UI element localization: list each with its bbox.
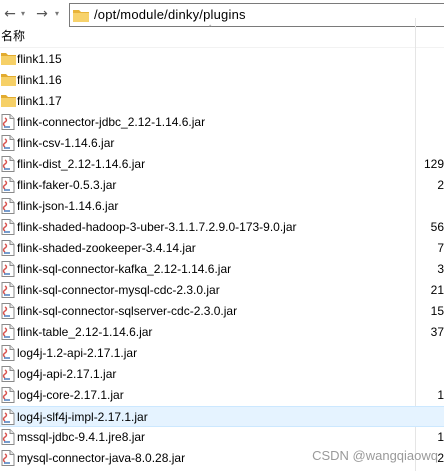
file-row[interactable]: flink-dist_2.12-1.14.6.jar 129 xyxy=(0,154,444,175)
file-row[interactable]: log4j-1.2-api-2.17.1.jar xyxy=(0,343,444,364)
address-bar[interactable]: /opt/module/dinky/plugins xyxy=(69,3,444,27)
file-name: log4j-core-2.17.1.jar xyxy=(17,388,124,402)
file-row[interactable]: flink-sql-connector-kafka_2.12-1.14.6.ja… xyxy=(0,259,444,280)
jar-file-icon xyxy=(1,177,15,193)
folder-icon xyxy=(1,93,16,109)
file-size: 2 xyxy=(437,178,444,192)
jar-file-icon xyxy=(1,240,15,256)
file-name: flink-json-1.14.6.jar xyxy=(17,199,119,213)
file-row[interactable]: flink-json-1.14.6.jar xyxy=(0,196,444,217)
jar-file-icon xyxy=(1,324,15,340)
file-name: log4j-1.2-api-2.17.1.jar xyxy=(17,346,138,360)
file-row[interactable]: flink-faker-0.5.3.jar 2 xyxy=(0,175,444,196)
file-name: flink-csv-1.14.6.jar xyxy=(17,136,115,150)
folder-row[interactable]: flink1.16 xyxy=(0,70,444,91)
folder-icon xyxy=(1,51,16,67)
file-size: 15 xyxy=(430,304,444,318)
folder-icon xyxy=(73,8,89,25)
file-name: flink-sql-connector-sqlserver-cdc-2.3.0.… xyxy=(17,304,238,318)
file-name: flink-table_2.12-1.14.6.jar xyxy=(17,325,153,339)
folder-row[interactable]: flink1.15 xyxy=(0,49,444,70)
file-name: mysql-connector-java-8.0.28.jar xyxy=(17,451,186,465)
file-name: flink-shaded-hadoop-3-uber-3.1.1.7.2.9.0… xyxy=(17,220,297,234)
file-row[interactable]: flink-csv-1.14.6.jar xyxy=(0,133,444,154)
file-name: flink1.16 xyxy=(17,73,62,87)
file-name: flink1.15 xyxy=(17,52,62,66)
file-row[interactable]: flink-sql-connector-mysql-cdc-2.3.0.jar 2… xyxy=(0,280,444,301)
jar-file-icon xyxy=(1,261,15,277)
jar-file-icon xyxy=(1,135,15,151)
file-size: 7 xyxy=(437,241,444,255)
file-list: flink1.15 flink1.16 flink1.17 flink-connect… xyxy=(0,49,444,469)
header-divider xyxy=(0,47,444,48)
file-row[interactable]: log4j-api-2.17.1.jar xyxy=(0,364,444,385)
back-dropdown-icon[interactable]: ▾ xyxy=(18,4,28,24)
jar-file-icon xyxy=(1,409,15,425)
watermark: CSDN @wangqiaowq xyxy=(312,448,438,463)
jar-file-icon xyxy=(1,387,15,403)
jar-file-icon xyxy=(1,366,15,382)
jar-file-icon xyxy=(1,282,15,298)
file-size: 3 xyxy=(437,262,444,276)
file-row[interactable]: mssql-jdbc-9.4.1.jre8.jar 1 xyxy=(0,427,444,448)
jar-file-icon xyxy=(1,156,15,172)
file-name: flink-sql-connector-kafka_2.12-1.14.6.ja… xyxy=(17,262,232,276)
jar-file-icon xyxy=(1,198,15,214)
file-size: 21 xyxy=(430,283,444,297)
file-name: flink-faker-0.5.3.jar xyxy=(17,178,117,192)
file-name: flink-dist_2.12-1.14.6.jar xyxy=(17,157,146,171)
file-size: 1 xyxy=(437,388,444,402)
file-name: flink-connector-jdbc_2.12-1.14.6.jar xyxy=(17,115,206,129)
folder-icon xyxy=(1,72,16,88)
file-size: 129 xyxy=(423,157,444,171)
file-row[interactable]: flink-connector-jdbc_2.12-1.14.6.jar xyxy=(0,112,444,133)
jar-file-icon xyxy=(1,450,15,466)
file-row[interactable]: log4j-core-2.17.1.jar 1 xyxy=(0,385,444,406)
file-row[interactable]: flink-table_2.12-1.14.6.jar 37 xyxy=(0,322,444,343)
file-size: 56 xyxy=(430,220,444,234)
file-row[interactable]: flink-shaded-hadoop-3-uber-3.1.1.7.2.9.0… xyxy=(0,217,444,238)
column-header: ˆ 名称 xyxy=(0,25,444,48)
back-arrow-icon[interactable]: ← xyxy=(2,4,18,24)
forward-arrow-icon[interactable]: → xyxy=(34,4,50,24)
name-column-header[interactable]: 名称 xyxy=(1,29,25,43)
file-name: flink-sql-connector-mysql-cdc-2.3.0.jar xyxy=(17,283,220,297)
jar-file-icon xyxy=(1,219,15,235)
forward-dropdown-icon[interactable]: ▾ xyxy=(52,4,62,24)
file-size: 1 xyxy=(437,430,444,444)
folder-row[interactable]: flink1.17 xyxy=(0,91,444,112)
file-row[interactable]: flink-sql-connector-sqlserver-cdc-2.3.0.… xyxy=(0,301,444,322)
file-name: log4j-api-2.17.1.jar xyxy=(17,367,117,381)
file-row[interactable]: log4j-slf4j-impl-2.17.1.jar xyxy=(0,406,444,427)
file-name: flink-shaded-zookeeper-3.4.14.jar xyxy=(17,241,196,255)
jar-file-icon xyxy=(1,429,15,445)
file-size: 37 xyxy=(430,325,444,339)
jar-file-icon xyxy=(1,303,15,319)
file-row[interactable]: flink-shaded-zookeeper-3.4.14.jar 7 xyxy=(0,238,444,259)
jar-file-icon xyxy=(1,345,15,361)
jar-file-icon xyxy=(1,114,15,130)
sort-indicator-icon: ˆ xyxy=(208,25,213,35)
file-name: mssql-jdbc-9.4.1.jre8.jar xyxy=(17,430,146,444)
address-path: /opt/module/dinky/plugins xyxy=(94,7,246,22)
file-name: flink1.17 xyxy=(17,94,62,108)
file-name: log4j-slf4j-impl-2.17.1.jar xyxy=(17,410,148,424)
